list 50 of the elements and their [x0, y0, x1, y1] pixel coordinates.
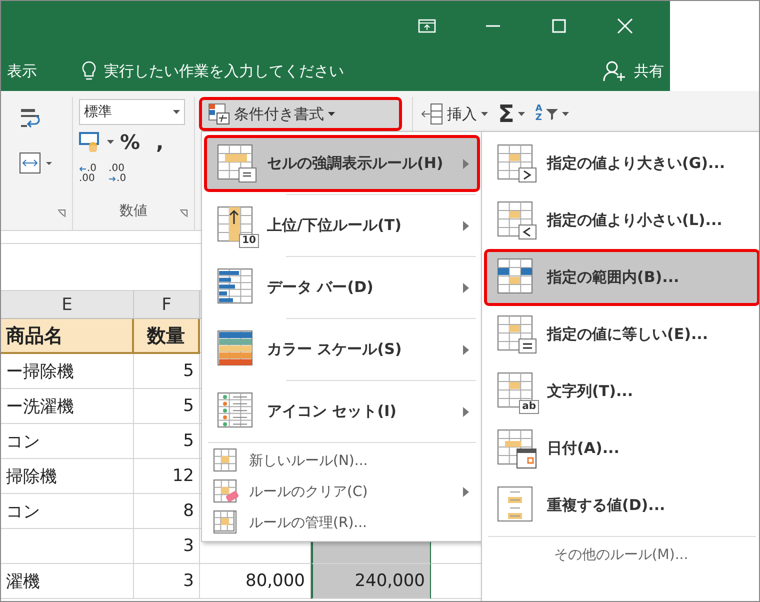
- table-cell: コン: [1, 424, 134, 459]
- menu-item[interactable]: 日付(A)...: [484, 420, 759, 477]
- menu-item[interactable]: ルールの管理(R)...: [204, 507, 480, 538]
- menu-item[interactable]: カラー スケール(S): [204, 321, 480, 378]
- table-cell: コン: [1, 494, 134, 529]
- table-cell: 5: [134, 389, 200, 424]
- ribbon-tab[interactable]: 表示: [7, 62, 37, 80]
- menu-item[interactable]: 新しいルール(N)...: [204, 445, 480, 476]
- table-cell: 濯機: [1, 564, 134, 599]
- table-cell: 3: [134, 564, 200, 599]
- table-cell: 80,000: [200, 564, 311, 599]
- menu-item[interactable]: その他のルール(M)...: [484, 539, 759, 570]
- menu-item[interactable]: アイコン セット(I): [204, 383, 480, 440]
- menu-item[interactable]: 10 上位/下位ルール(T): [204, 197, 480, 254]
- autosum-button[interactable]: Σ: [498, 97, 526, 131]
- table-header: 商品名: [1, 319, 134, 354]
- insert-button[interactable]: 挿入: [421, 97, 488, 131]
- share-button[interactable]: 共有: [634, 62, 664, 80]
- icon-badge: ab: [519, 400, 539, 414]
- sort-filter-button[interactable]: A Z: [535, 97, 570, 131]
- table-cell: 3: [134, 529, 200, 564]
- menu-item[interactable]: 指定の値に等しい(E)...: [484, 306, 759, 363]
- menu-item[interactable]: 重複する値(D)...: [484, 477, 759, 534]
- conditional-formatting-button[interactable]: 条件付き書式: [199, 97, 402, 131]
- table-cell: ー掃除機: [1, 354, 134, 389]
- table-cell: 5: [134, 354, 200, 389]
- number-format-dropdown[interactable]: 標準: [79, 99, 185, 125]
- tell-me-field[interactable]: 実行したい作業を入力してください: [104, 62, 344, 80]
- icon-badge: 10: [239, 234, 259, 248]
- table-cell: 5: [134, 424, 200, 459]
- increase-decimal-button[interactable]: .0 .00: [79, 164, 97, 184]
- table-cell: 掃除機: [1, 459, 134, 494]
- menu-item[interactable]: ab 文字列(T)...: [484, 363, 759, 420]
- table-cell: 8: [134, 494, 200, 529]
- column-header[interactable]: E: [1, 291, 134, 319]
- table-cell: 12: [134, 459, 200, 494]
- group-label: 数値: [120, 202, 148, 220]
- decrease-decimal-button[interactable]: .00 .0: [108, 164, 126, 184]
- column-header[interactable]: F: [134, 291, 200, 319]
- table-cell: 240,000: [311, 564, 431, 599]
- table-cell: ー洗濯機: [1, 389, 134, 424]
- table-header: 数量: [134, 319, 200, 354]
- menu-item[interactable]: セルの強調表示ルール(H): [204, 135, 480, 192]
- comma-button[interactable]: ,: [156, 130, 164, 154]
- menu-item[interactable]: 指定の範囲内(B)...: [484, 249, 759, 306]
- percent-button[interactable]: %: [120, 130, 140, 154]
- menu-item[interactable]: ルールのクリア(C): [204, 476, 480, 507]
- menu-item[interactable]: データ バー(D): [204, 259, 480, 316]
- menu-item[interactable]: 指定の値より小さい(L)...: [484, 192, 759, 249]
- menu-item[interactable]: 指定の値より大きい(G)...: [484, 135, 759, 192]
